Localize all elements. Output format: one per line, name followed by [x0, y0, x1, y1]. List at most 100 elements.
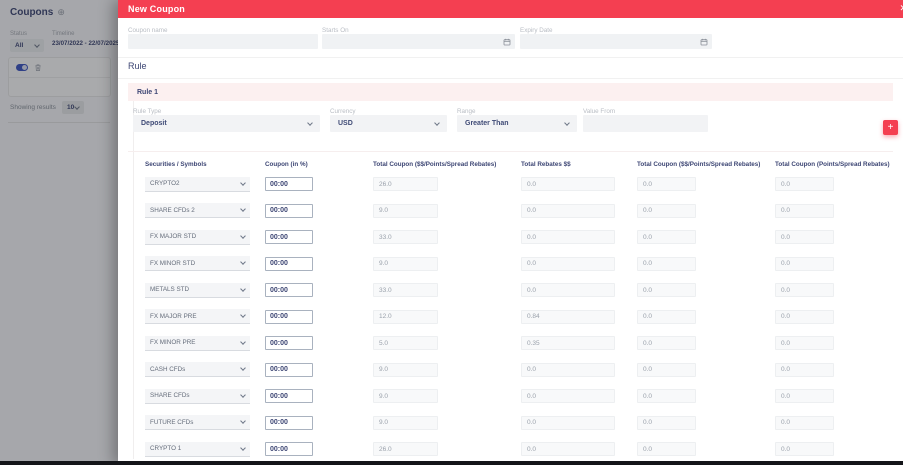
total-rebates-input[interactable]: 0.0: [521, 177, 615, 191]
total-coupon-2-input[interactable]: 0.0: [637, 283, 696, 297]
total-rebates-input[interactable]: 0.0: [521, 442, 615, 456]
total-coupon-3-value: 0.0: [781, 339, 791, 347]
chevron-down-icon: [240, 391, 246, 398]
coupon-percent-input[interactable]: 00:00: [265, 177, 313, 191]
security-name: FX MINOR PRE: [150, 339, 196, 346]
table-row: SHARE CFDs 2 00:00 9.0 0.0 0.0 0.0: [145, 203, 834, 218]
total-coupon-3-input[interactable]: 0.0: [775, 177, 834, 191]
total-coupon-input[interactable]: 33.0: [373, 283, 438, 297]
total-coupon-2-input[interactable]: 0.0: [637, 362, 696, 377]
coupon-percent-input[interactable]: 00:00: [265, 415, 313, 430]
total-coupon-3-input[interactable]: 0.0: [775, 283, 834, 297]
total-coupon-2-value: 0.0: [643, 392, 653, 400]
security-select[interactable]: FX MAJOR STD: [145, 229, 250, 245]
total-coupon-2-input[interactable]: 0.0: [637, 230, 696, 244]
total-coupon-2-input[interactable]: 0.0: [637, 177, 696, 191]
value-from-input[interactable]: [583, 115, 708, 132]
coupon-percent-input[interactable]: 00:00: [265, 309, 313, 324]
total-coupon-input[interactable]: 9.0: [373, 389, 438, 403]
range-label: Range: [457, 108, 476, 115]
total-coupon-input[interactable]: 12.0: [373, 309, 438, 324]
total-coupon-2-input[interactable]: 0.0: [637, 203, 696, 218]
total-coupon-value: 26.0: [379, 445, 392, 453]
add-rule-button[interactable]: +: [883, 120, 898, 135]
table-row: FX MAJOR STD 00:00 33.0 0.0 0.0 0.0: [145, 229, 834, 245]
security-select[interactable]: SHARE CFDs: [145, 388, 250, 404]
total-coupon-3-input[interactable]: 0.0: [775, 389, 834, 403]
security-name: FX MINOR STD: [150, 259, 196, 267]
total-rebates-value: 0.0: [527, 233, 537, 241]
security-select[interactable]: FX MINOR PRE: [145, 335, 250, 351]
total-coupon-input[interactable]: 26.0: [373, 442, 438, 456]
total-rebates-value: 0.0: [527, 207, 537, 214]
coupon-percent-input[interactable]: 00:00: [265, 283, 313, 297]
coupon-percent-input[interactable]: 00:00: [265, 336, 313, 350]
total-coupon-2-input[interactable]: 0.0: [637, 256, 696, 271]
total-coupon-2-value: 0.0: [643, 233, 653, 241]
total-coupon-3-input[interactable]: 0.0: [775, 362, 834, 377]
total-coupon-input[interactable]: 9.0: [373, 415, 438, 430]
starts-on-input[interactable]: [322, 34, 515, 49]
total-coupon-2-input[interactable]: 0.0: [637, 415, 696, 430]
security-select[interactable]: FX MAJOR PRE: [145, 309, 250, 324]
coupon-percent-input[interactable]: 00:00: [265, 442, 313, 456]
total-coupon-input[interactable]: 9.0: [373, 362, 438, 377]
total-coupon-input[interactable]: 9.0: [373, 203, 438, 218]
chevron-down-icon: [307, 119, 313, 126]
total-rebates-input[interactable]: 0.0: [521, 283, 615, 297]
total-rebates-input[interactable]: 0.0: [521, 203, 615, 218]
security-select[interactable]: METALS STD: [145, 282, 250, 298]
total-rebates-value: 0.0: [527, 392, 537, 400]
coupon-percent-input[interactable]: 00:00: [265, 230, 313, 244]
total-coupon-3-input[interactable]: 0.0: [775, 230, 834, 244]
chevron-down-icon: [434, 119, 440, 126]
total-coupon-input[interactable]: 26.0: [373, 177, 438, 191]
security-select[interactable]: FX MINOR STD: [145, 256, 250, 271]
rule-type-select[interactable]: Deposit: [133, 115, 320, 132]
total-coupon-3-input[interactable]: 0.0: [775, 203, 834, 218]
total-coupon-input[interactable]: 9.0: [373, 256, 438, 271]
close-icon[interactable]: ✕: [899, 3, 903, 14]
coupon-percent-input[interactable]: 00:00: [265, 256, 313, 271]
calendar-icon[interactable]: [503, 38, 511, 46]
total-coupon-input[interactable]: 5.0: [373, 336, 438, 350]
total-rebates-input[interactable]: 0.84: [521, 309, 615, 324]
range-select[interactable]: Greater Than: [457, 115, 577, 132]
total-rebates-input[interactable]: 0.0: [521, 415, 615, 430]
coupon-percent-input[interactable]: 00:00: [265, 203, 313, 218]
expiry-date-input[interactable]: [520, 34, 712, 49]
total-coupon-2-input[interactable]: 0.0: [637, 389, 696, 403]
total-coupon-2-input[interactable]: 0.0: [637, 309, 696, 324]
security-select[interactable]: FUTURE CFDs: [145, 415, 250, 430]
total-coupon-3-input[interactable]: 0.0: [775, 415, 834, 430]
total-coupon-3-input[interactable]: 0.0: [775, 442, 834, 456]
total-rebates-input[interactable]: 0.0: [521, 362, 615, 377]
total-coupon-3-input[interactable]: 0.0: [775, 256, 834, 271]
security-select[interactable]: CRYPTO2: [145, 176, 250, 192]
chevron-down-icon: [240, 418, 246, 424]
total-coupon-2-input[interactable]: 0.0: [637, 442, 696, 456]
total-coupon-input[interactable]: 33.0: [373, 230, 438, 244]
security-select[interactable]: CRYPTO 1: [145, 441, 250, 457]
rule-1-header: Rule 1: [128, 83, 893, 101]
coupon-percent-input[interactable]: 00:00: [265, 362, 313, 377]
total-rebates-input[interactable]: 0.0: [521, 389, 615, 403]
coupon-name-input[interactable]: [128, 34, 318, 49]
total-coupon-3-input[interactable]: 0.0: [775, 309, 834, 324]
security-select[interactable]: CASH CFDs: [145, 362, 250, 377]
total-coupon-2-input[interactable]: 0.0: [637, 336, 696, 350]
total-rebates-value: 0.0: [527, 286, 537, 294]
total-coupon-value: 33.0: [379, 286, 392, 294]
currency-select[interactable]: USD: [330, 115, 447, 132]
total-coupon-value: 26.0: [379, 180, 392, 188]
column-header: Total Coupon (Points/Spread Rebates): [775, 160, 890, 168]
total-rebates-input[interactable]: 0.0: [521, 256, 615, 271]
security-select[interactable]: SHARE CFDs 2: [145, 203, 250, 218]
chevron-down-icon: [240, 444, 246, 451]
total-rebates-input[interactable]: 0.35: [521, 336, 615, 350]
total-rebates-input[interactable]: 0.0: [521, 230, 615, 244]
coupon-percent-input[interactable]: 00:00: [265, 389, 313, 403]
total-coupon-value: 9.0: [379, 207, 389, 214]
calendar-icon[interactable]: [700, 38, 708, 46]
total-coupon-3-input[interactable]: 0.0: [775, 336, 834, 350]
